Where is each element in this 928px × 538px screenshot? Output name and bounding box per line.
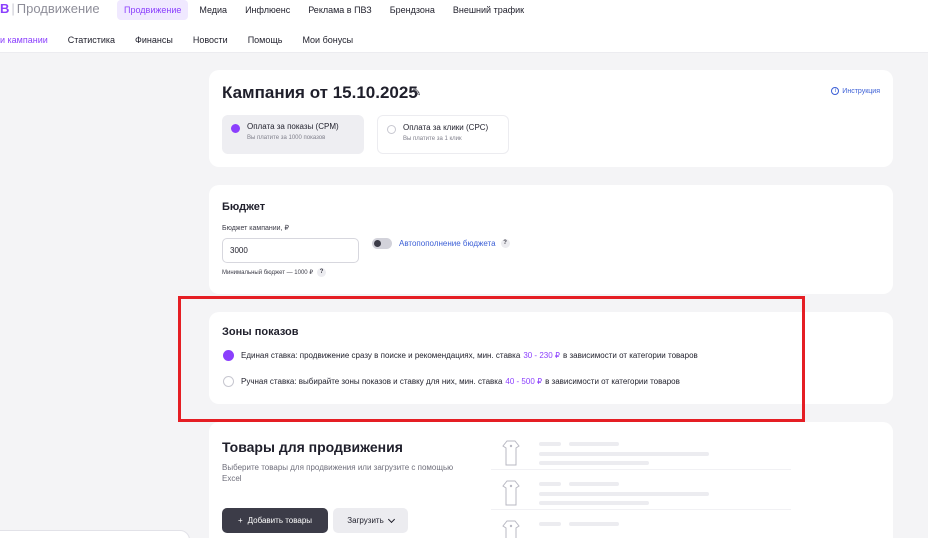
payment-option-cpm[interactable]: Оплата за показы (CPM) Вы платите за 100… [222,115,364,154]
sub-nav-finance[interactable]: Финансы [135,35,173,45]
chevron-down-icon [387,515,395,523]
logo-text: Продвижение [16,1,100,16]
question-mark-icon[interactable]: ? [500,239,510,248]
skeleton-item [491,476,791,510]
payment-option-subtitle: Вы платите за 1000 показов [247,135,326,141]
skeleton-item [491,516,791,538]
logo-separator: | [11,1,15,16]
pencil-icon[interactable]: ✎ [412,86,421,99]
plus-icon: + [237,516,243,525]
skeleton-bar [539,442,561,446]
sub-nav: и кампании Статистика Финансы Новости По… [0,35,373,45]
sub-nav-bonuses[interactable]: Мои бонусы [302,35,353,45]
sub-nav-help[interactable]: Помощь [248,35,283,45]
question-mark-icon[interactable]: ? [317,268,327,277]
radio-cpm[interactable] [231,124,240,133]
logo-letter: B [0,1,10,16]
budget-field-label: Бюджет кампании, ₽ [222,225,289,232]
logo[interactable]: B | Продвижение [0,1,100,16]
shirt-placeholder-icon [502,440,520,466]
payment-option-title: Оплата за клики (CPC) [403,123,489,132]
skeleton-bar [539,522,561,526]
budget-title: Бюджет [222,201,266,213]
bottom-left-panel [0,530,190,538]
campaign-title: Кампания от 15.10.2025 [222,83,418,102]
radio-cpc[interactable] [387,125,396,134]
sub-nav-campaigns[interactable]: и кампании [0,35,48,45]
instruction-link[interactable]: i Инструкция [831,87,880,95]
goods-title: Товары для продвижения [222,439,403,455]
skeleton-bar [569,522,619,526]
shirt-placeholder-icon [502,480,520,506]
top-nav-media[interactable]: Медиа [192,0,234,20]
sub-nav-statistics[interactable]: Статистика [68,35,115,45]
sub-nav-news[interactable]: Новости [193,35,228,45]
goods-card: Товары для продвижения Выберите товары д… [209,422,893,538]
top-nav: Продвижение Медиа Инфлюенс Реклама в ПВЗ… [117,0,531,20]
payment-option-subtitle: Вы платите за 1 клик [403,136,462,142]
skeleton-bar [539,461,649,465]
highlight-frame [178,296,805,422]
top-nav-external-traffic[interactable]: Внешний трафик [446,0,531,20]
skeleton-bar [569,482,619,486]
payment-option-cpc[interactable]: Оплата за клики (CPC) Вы платите за 1 кл… [377,115,509,154]
instruction-label: Инструкция [842,87,880,95]
auto-refill-toggle[interactable] [372,238,392,249]
add-goods-button[interactable]: + Добавить товары [222,508,328,533]
upload-label: Загрузить [347,516,384,525]
payment-option-title: Оплата за показы (CPM) [247,122,339,131]
sub-bar: и кампании Статистика Финансы Новости По… [0,25,928,53]
min-budget-hint: Минимальный бюджет — 1000 ₽ ? [222,268,327,277]
shirt-placeholder-icon [502,520,520,538]
budget-input[interactable] [222,238,359,263]
top-nav-pickup-ads[interactable]: Реклама в ПВЗ [301,0,379,20]
info-circle-icon: i [831,87,840,95]
skeleton-bar [569,442,619,446]
auto-refill-link[interactable]: Автопополнение бюджета ? [399,239,510,248]
budget-card: Бюджет Бюджет кампании, ₽ Минимальный бю… [209,185,893,294]
top-nav-brandzone[interactable]: Брендзона [383,0,442,20]
add-goods-label: Добавить товары [247,516,313,525]
skeleton-bar [539,452,709,456]
top-nav-influence[interactable]: Инфлюенс [238,0,297,20]
top-nav-promotion[interactable]: Продвижение [117,0,189,20]
auto-refill-label: Автопополнение бюджета [399,239,496,248]
min-budget-text: Минимальный бюджет — 1000 ₽ [222,270,314,276]
upload-button[interactable]: Загрузить [333,508,408,533]
skeleton-bar [539,482,561,486]
skeleton-bar [539,501,649,505]
campaign-card: Кампания от 15.10.2025 ✎ i Инструкция Оп… [209,70,893,167]
toggle-knob [374,240,381,247]
goods-description: Выберите товары для продвижения или загр… [222,463,454,483]
skeleton-bar [539,492,709,496]
skeleton-item [491,436,791,470]
top-bar: B | Продвижение Продвижение Медиа Инфлюенс… [0,0,928,25]
